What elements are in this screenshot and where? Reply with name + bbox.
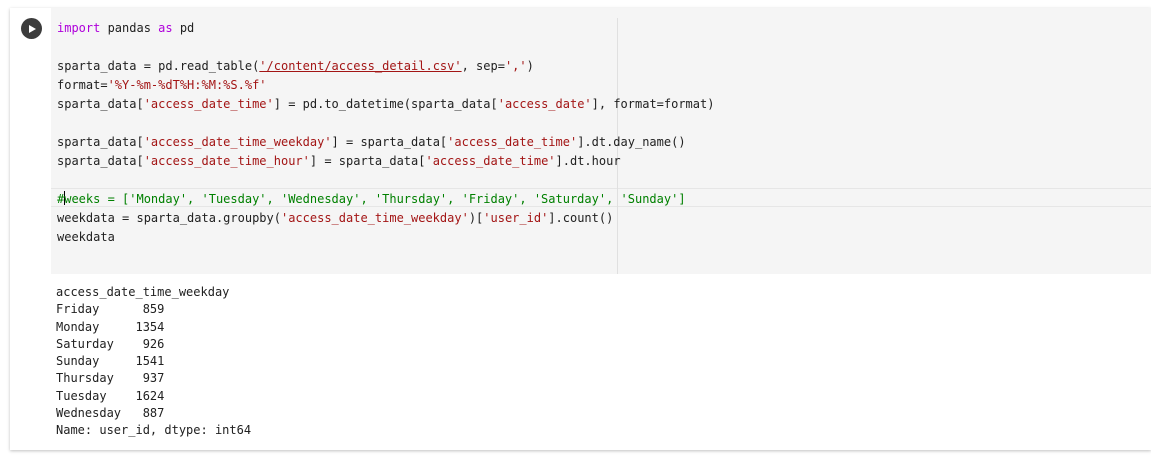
file-path-string: '/content/access_detail.csv'	[259, 59, 462, 73]
output-row-value: 937	[113, 371, 165, 386]
code-line: weekdata = sparta_data.groupby('access_d…	[57, 211, 614, 225]
output-row-label: Thursday	[56, 371, 114, 386]
output-row: Thursday 937	[56, 371, 164, 385]
output-row: Wednesday 887	[56, 406, 164, 420]
code-line: sparta_data['access_date_time_weekday'] …	[57, 135, 686, 149]
code-line: sparta_data['access_date_time_hour'] = s…	[57, 154, 621, 168]
output-row: Tuesday 1624	[56, 389, 164, 403]
output-row-label: Monday	[56, 319, 100, 334]
notebook-code-cell: import pandas as pd sparta_data = pd.read…	[10, 8, 1151, 450]
code-line: sparta_data['access_date_time'] = pd.to_…	[57, 97, 715, 111]
output-row-value: 1624	[106, 388, 165, 403]
output-row-label: Saturday	[56, 336, 114, 351]
output-row-label: Wednesday	[56, 406, 122, 421]
output-rows: Friday 859 Monday 1354 Saturday 926 Sund…	[56, 302, 164, 420]
output-row: Friday 859	[56, 302, 164, 316]
cell-gutter	[10, 8, 51, 274]
run-cell-button[interactable]	[21, 18, 42, 39]
cell-output: access_date_time_weekday Friday 859 Mond…	[56, 284, 251, 440]
output-row-value: 1354	[99, 319, 165, 334]
code-line: weekdata	[57, 230, 115, 244]
output-row: Saturday 926	[56, 337, 164, 351]
output-row-label: Tuesday	[56, 388, 107, 403]
code-line: import pandas as pd	[57, 21, 195, 35]
output-row-label: Sunday	[56, 354, 100, 369]
output-row-value: 859	[99, 302, 165, 317]
output-footer: Name: user_id, dtype: int64	[56, 423, 252, 438]
output-row: Sunday 1541	[56, 354, 164, 368]
code-editor[interactable]: import pandas as pd sparta_data = pd.read…	[51, 8, 1151, 274]
output-row-label: Friday	[56, 302, 100, 317]
output-row-value: 1541	[99, 354, 165, 369]
code-line: format='%Y-%m-%dT%H:%M:%S.%f'	[57, 78, 267, 92]
output-row-value: 926	[113, 336, 165, 351]
code-content[interactable]: import pandas as pd sparta_data = pd.read…	[57, 19, 714, 247]
play-icon	[28, 24, 36, 33]
code-line-comment: #weeks = ['Monday', 'Tuesday', 'Wednesda…	[57, 191, 686, 206]
output-row-value: 887	[121, 406, 165, 421]
output-row: Monday 1354	[56, 320, 164, 334]
output-header: access_date_time_weekday	[56, 285, 230, 299]
code-line: sparta_data = pd.read_table('/content/ac…	[57, 59, 534, 73]
